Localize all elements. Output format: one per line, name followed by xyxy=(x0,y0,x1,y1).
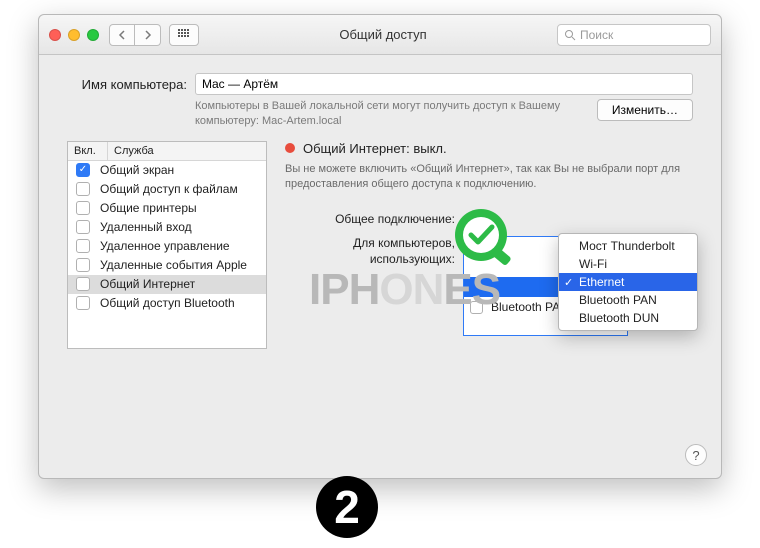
dropdown-item[interactable]: Bluetooth PAN xyxy=(559,291,697,309)
services-header: Вкл. Служба xyxy=(68,142,266,161)
checkbox-icon[interactable] xyxy=(470,301,483,314)
forward-button[interactable] xyxy=(135,24,161,46)
service-row[interactable]: Удаленное управление xyxy=(68,237,266,256)
dropdown-item[interactable]: Wi-Fi xyxy=(559,255,697,273)
status-off-icon xyxy=(285,143,295,153)
dropdown-item[interactable]: Мост Thunderbolt xyxy=(559,237,697,255)
sharing-prefs-window: Общий доступ Поиск Имя компьютера: Компь… xyxy=(38,14,722,479)
share-from-dropdown[interactable]: Мост ThunderboltWi-FiEthernetBluetooth P… xyxy=(558,233,698,331)
service-row[interactable]: Удаленные события Apple xyxy=(68,256,266,275)
service-checkbox[interactable] xyxy=(76,163,90,177)
chevron-left-icon xyxy=(118,30,126,40)
service-label: Удаленное управление xyxy=(100,239,230,253)
service-row[interactable]: Общий экран xyxy=(68,161,266,180)
computer-name-field[interactable] xyxy=(195,73,693,95)
service-label: Общие принтеры xyxy=(100,201,197,215)
dropdown-item[interactable]: Bluetooth DUN xyxy=(559,309,697,327)
service-checkbox[interactable] xyxy=(76,182,90,196)
minimize-window-icon[interactable] xyxy=(68,29,80,41)
search-placeholder: Поиск xyxy=(580,28,613,42)
chevron-right-icon xyxy=(144,30,152,40)
status-description: Вы не можете включить «Общий Интернет», … xyxy=(285,162,693,193)
edit-name-button[interactable]: Изменить… xyxy=(597,99,693,121)
col-service: Служба xyxy=(108,142,266,160)
search-input[interactable]: Поиск xyxy=(557,24,711,46)
show-all-button[interactable] xyxy=(169,24,199,46)
share-from-label: Общее подключение: xyxy=(285,210,455,226)
computer-name-row: Имя компьютера: xyxy=(67,73,693,95)
service-label: Удаленные события Apple xyxy=(100,258,247,272)
computer-name-hint: Компьютеры в Вашей локальной сети могут … xyxy=(195,99,589,129)
service-label: Общий доступ к файлам xyxy=(100,182,238,196)
step-number-badge: 2 xyxy=(316,476,378,538)
dropdown-item[interactable]: Ethernet xyxy=(559,273,697,291)
service-checkbox[interactable] xyxy=(76,220,90,234)
back-button[interactable] xyxy=(109,24,135,46)
service-row[interactable]: Общий Интернет xyxy=(68,275,266,294)
help-button[interactable]: ? xyxy=(685,444,707,466)
service-row[interactable]: Общий доступ Bluetooth xyxy=(68,294,266,313)
titlebar: Общий доступ Поиск xyxy=(39,15,721,55)
service-checkbox[interactable] xyxy=(76,277,90,291)
traffic-lights xyxy=(49,29,99,41)
ports-label: Для компьютеров, использующих: xyxy=(285,236,455,267)
service-label: Общий Интернет xyxy=(100,277,195,291)
service-checkbox[interactable] xyxy=(76,239,90,253)
window-title: Общий доступ xyxy=(209,27,557,42)
col-enabled: Вкл. xyxy=(68,142,108,160)
service-label: Общий экран xyxy=(100,163,174,177)
search-icon xyxy=(564,29,576,41)
close-window-icon[interactable] xyxy=(49,29,61,41)
computer-name-hint-row: Компьютеры в Вашей локальной сети могут … xyxy=(67,99,693,129)
computer-name-label: Имя компьютера: xyxy=(67,77,187,92)
service-row[interactable]: Удаленный вход xyxy=(68,218,266,237)
service-checkbox[interactable] xyxy=(76,201,90,215)
nav-buttons xyxy=(109,24,161,46)
service-label: Общий доступ Bluetooth xyxy=(100,296,235,310)
grid-icon xyxy=(178,29,190,41)
zoom-window-icon[interactable] xyxy=(87,29,99,41)
status-title: Общий Интернет: выкл. xyxy=(303,141,447,156)
status-row: Общий Интернет: выкл. xyxy=(285,141,693,156)
service-row[interactable]: Общий доступ к файлам xyxy=(68,180,266,199)
services-list[interactable]: Вкл. Служба Общий экран Общий доступ к фа… xyxy=(67,141,267,349)
service-checkbox[interactable] xyxy=(76,296,90,310)
service-row[interactable]: Общие принтеры xyxy=(68,199,266,218)
service-checkbox[interactable] xyxy=(76,258,90,272)
share-from-row: Общее подключение: xyxy=(285,210,693,226)
service-label: Удаленный вход xyxy=(100,220,192,234)
